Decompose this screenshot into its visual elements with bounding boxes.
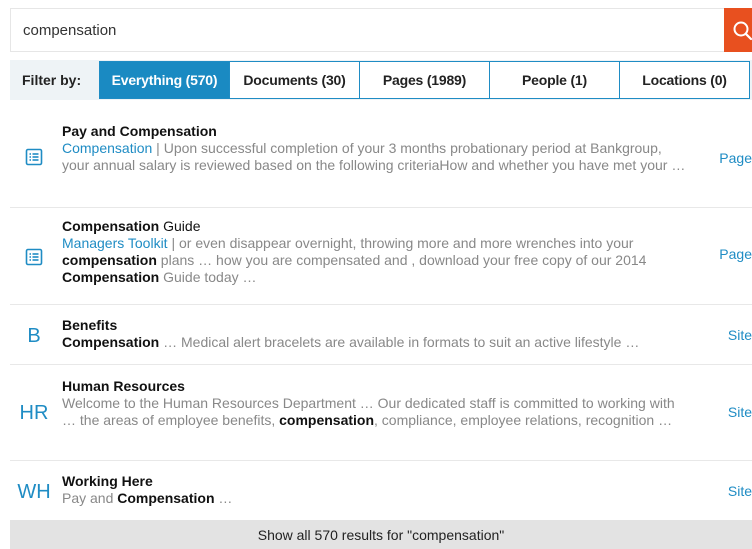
highlight-term: Compensation (62, 334, 160, 350)
snippet-text: or even disappear overnight, throwing mo… (179, 235, 634, 251)
snippet-text: , compliance, employee relations, recogn… (374, 412, 673, 428)
page-icon (10, 148, 58, 171)
list-item[interactable]: WH Working Here Pay and Compensation … S… (10, 461, 752, 519)
highlight-term: compensation (62, 252, 157, 268)
highlight-term: compensation (279, 412, 375, 428)
result-title[interactable]: Pay and Compensation (62, 123, 692, 140)
result-body: Compensation Guide Managers Toolkit | or… (62, 218, 692, 304)
result-body: Working Here Pay and Compensation … (62, 473, 692, 519)
result-body: Pay and Compensation Compensation | Upon… (62, 123, 692, 207)
result-snippet: Welcome to the Human Resources Departmen… (62, 395, 692, 429)
snippet-text: Guide today … (159, 269, 257, 285)
result-title[interactable]: Compensation Guide (62, 218, 692, 235)
result-type: Page (719, 150, 752, 166)
search-input[interactable] (10, 8, 724, 52)
list-item[interactable]: B Benefits Compensation … Medical alert … (10, 305, 752, 365)
result-type: Site (727, 327, 752, 343)
result-title[interactable]: Working Here (62, 473, 692, 490)
site-initial-icon: WH (17, 481, 51, 503)
search-button[interactable] (724, 8, 752, 52)
result-type: Site (727, 404, 752, 420)
list-item[interactable]: HR Human Resources Welcome to the Human … (10, 365, 752, 461)
result-snippet: Managers Toolkit | or even disappear ove… (62, 235, 692, 286)
separator: | (167, 235, 179, 251)
result-type: Page (719, 246, 752, 262)
search-icon (733, 21, 752, 41)
snippet-text: Pay and (62, 490, 118, 506)
list-item[interactable]: Pay and Compensation Compensation | Upon… (10, 116, 752, 208)
result-title[interactable]: Benefits (62, 317, 692, 334)
tab-pages[interactable]: Pages (1989) (359, 61, 490, 99)
result-snippet: Pay and Compensation … (62, 490, 692, 507)
title-rest: Guide (159, 218, 201, 234)
snippet-text: plans … how you are compensated and , do… (156, 252, 647, 268)
highlight-term: Compensation (62, 269, 160, 285)
site-initial-icon: B (27, 325, 41, 347)
filter-bar: Filter by: Everything (570) Documents (3… (10, 60, 752, 100)
result-type: Site (727, 483, 752, 499)
result-body: Benefits Compensation … Medical alert br… (62, 317, 692, 364)
result-title[interactable]: Human Resources (62, 378, 692, 395)
results-list: Pay and Compensation Compensation | Upon… (10, 116, 752, 519)
site-initial-icon: HR (19, 402, 49, 424)
page-icon (10, 248, 58, 271)
separator: | (152, 140, 164, 156)
tab-documents[interactable]: Documents (30) (229, 61, 360, 99)
filter-tabs: Everything (570) Documents (30) Pages (1… (99, 61, 750, 99)
tab-people[interactable]: People (1) (489, 61, 620, 99)
filter-label: Filter by: (22, 72, 82, 88)
tab-everything[interactable]: Everything (570) (99, 61, 230, 99)
result-source-link[interactable]: Compensation (62, 140, 152, 156)
result-snippet: Compensation … Medical alert bracelets a… (62, 334, 692, 351)
result-body: Human Resources Welcome to the Human Res… (62, 378, 692, 460)
search-bar (0, 8, 752, 52)
list-item[interactable]: Compensation Guide Managers Toolkit | or… (10, 208, 752, 305)
highlight-term: Compensation (117, 490, 215, 506)
tab-locations[interactable]: Locations (0) (619, 61, 750, 99)
title-bold: Compensation (62, 218, 160, 234)
result-source-link[interactable]: Managers Toolkit (62, 235, 168, 251)
result-snippet: Compensation | Upon successful completio… (62, 140, 692, 174)
snippet-text: … (214, 490, 233, 506)
snippet-text: … Medical alert bracelets are available … (159, 334, 640, 350)
show-all-results-button[interactable]: Show all 570 results for "compensation" (10, 520, 752, 549)
